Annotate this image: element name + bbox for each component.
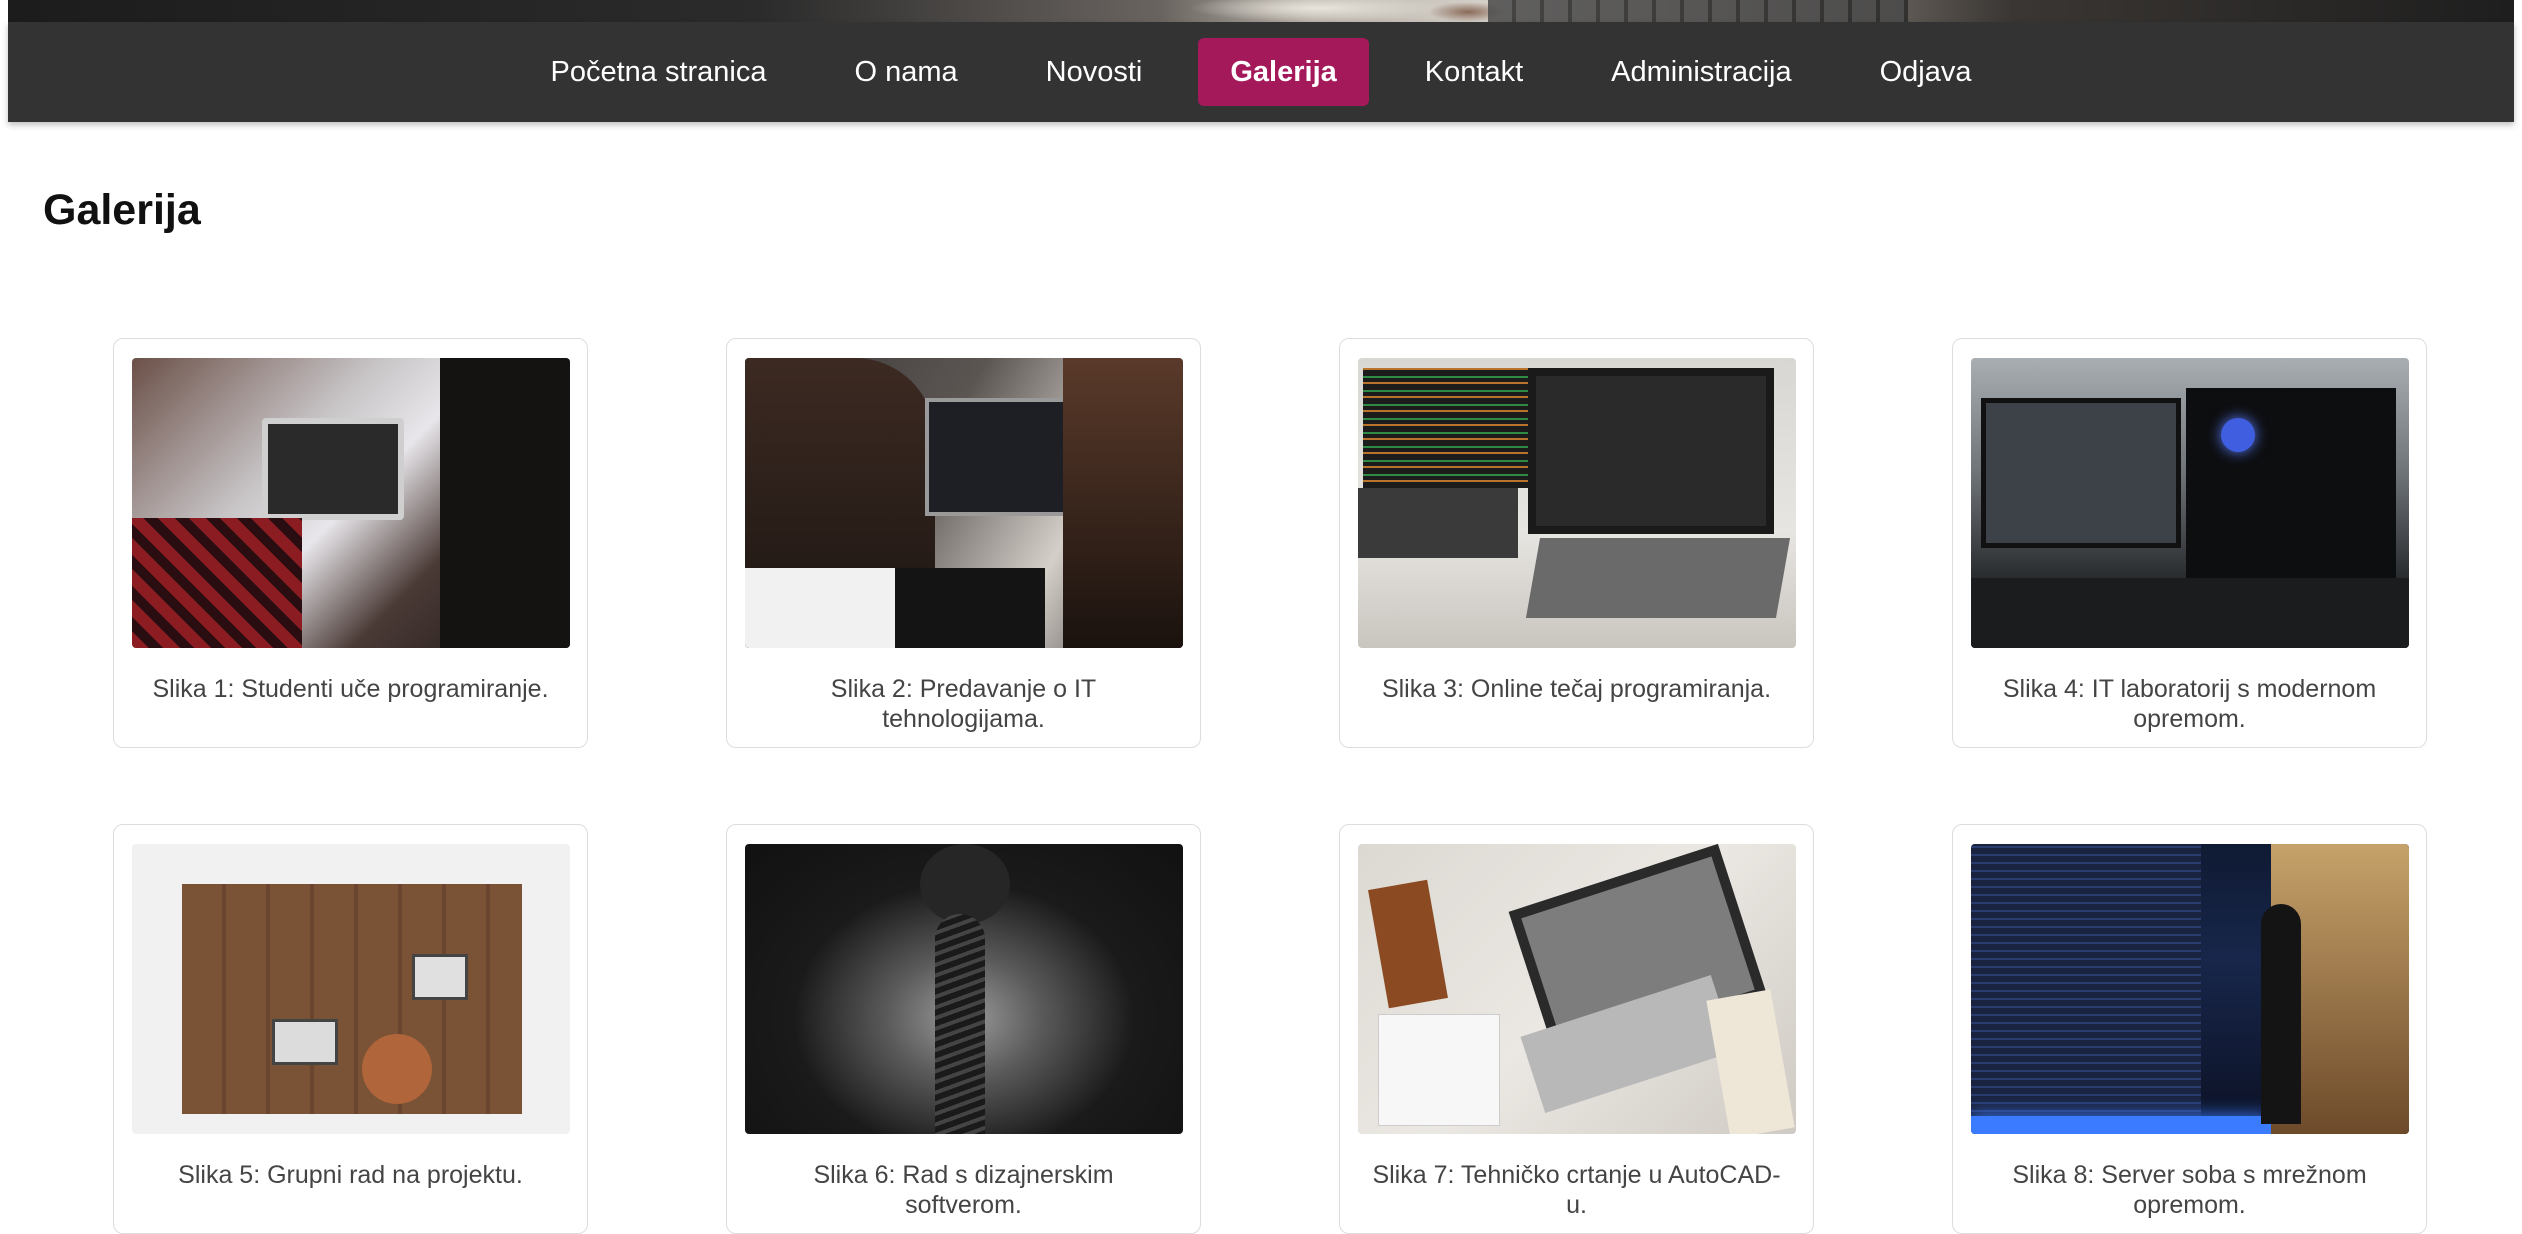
- gallery-grid: Slika 1: Studenti uče programiranje. Sli…: [113, 338, 2428, 1234]
- gallery-card: Slika 7: Tehničko crtanje u AutoCAD-u.: [1339, 824, 1814, 1234]
- gallery-image-technical-drawing[interactable]: [1358, 844, 1796, 1134]
- gallery-caption: Slika 2: Predavanje o IT tehnologijama.: [830, 675, 1097, 733]
- gallery-caption: Slika 7: Tehničko crtanje u AutoCAD-u.: [1372, 1161, 1781, 1219]
- nav-item-gallery[interactable]: Galerija: [1198, 38, 1369, 106]
- gallery-caption: Slika 5: Grupni rad na projektu.: [178, 1161, 523, 1189]
- gallery-caption: Slika 6: Rad s dizajnerskim softverom.: [813, 1161, 1114, 1219]
- gallery-caption: Slika 3: Online tečaj programiranja.: [1381, 675, 1772, 703]
- gallery-image-it-lab[interactable]: [1971, 358, 2409, 648]
- header-banner-image: [8, 0, 2514, 22]
- nav-item-home[interactable]: Početna stranica: [518, 38, 798, 106]
- gallery-image-design-software[interactable]: [745, 844, 1183, 1134]
- gallery-image-it-lecture[interactable]: [745, 358, 1183, 648]
- gallery-caption: Slika 8: Server soba s mrežnom opremom.: [2012, 1161, 2367, 1219]
- gallery-card: Slika 3: Online tečaj programiranja.: [1339, 338, 1814, 748]
- main-navigation: Početna stranica O nama Novosti Galerija…: [8, 22, 2514, 122]
- nav-item-about[interactable]: O nama: [823, 38, 990, 106]
- page-title: Galerija: [43, 186, 201, 234]
- gallery-card: Slika 2: Predavanje o IT tehnologijama.: [726, 338, 1201, 748]
- nav-item-contact[interactable]: Kontakt: [1393, 38, 1555, 106]
- gallery-card: Slika 6: Rad s dizajnerskim softverom.: [726, 824, 1201, 1234]
- gallery-caption: Slika 1: Studenti uče programiranje.: [152, 675, 549, 703]
- gallery-image-group-work[interactable]: [132, 844, 570, 1134]
- nav-item-news[interactable]: Novosti: [1014, 38, 1175, 106]
- gallery-card: Slika 4: IT laboratorij s modernom oprem…: [1952, 338, 2427, 748]
- gallery-card: Slika 5: Grupni rad na projektu.: [113, 824, 588, 1234]
- nav-item-administration[interactable]: Administracija: [1579, 38, 1824, 106]
- gallery-caption: Slika 4: IT laboratorij s modernom oprem…: [2002, 675, 2377, 733]
- gallery-card: Slika 8: Server soba s mrežnom opremom.: [1952, 824, 2427, 1234]
- gallery-image-online-course[interactable]: [1358, 358, 1796, 648]
- gallery-card: Slika 1: Studenti uče programiranje.: [113, 338, 588, 748]
- nav-item-logout[interactable]: Odjava: [1848, 38, 2004, 106]
- gallery-image-students-programming[interactable]: [132, 358, 570, 648]
- gallery-image-server-room[interactable]: [1971, 844, 2409, 1134]
